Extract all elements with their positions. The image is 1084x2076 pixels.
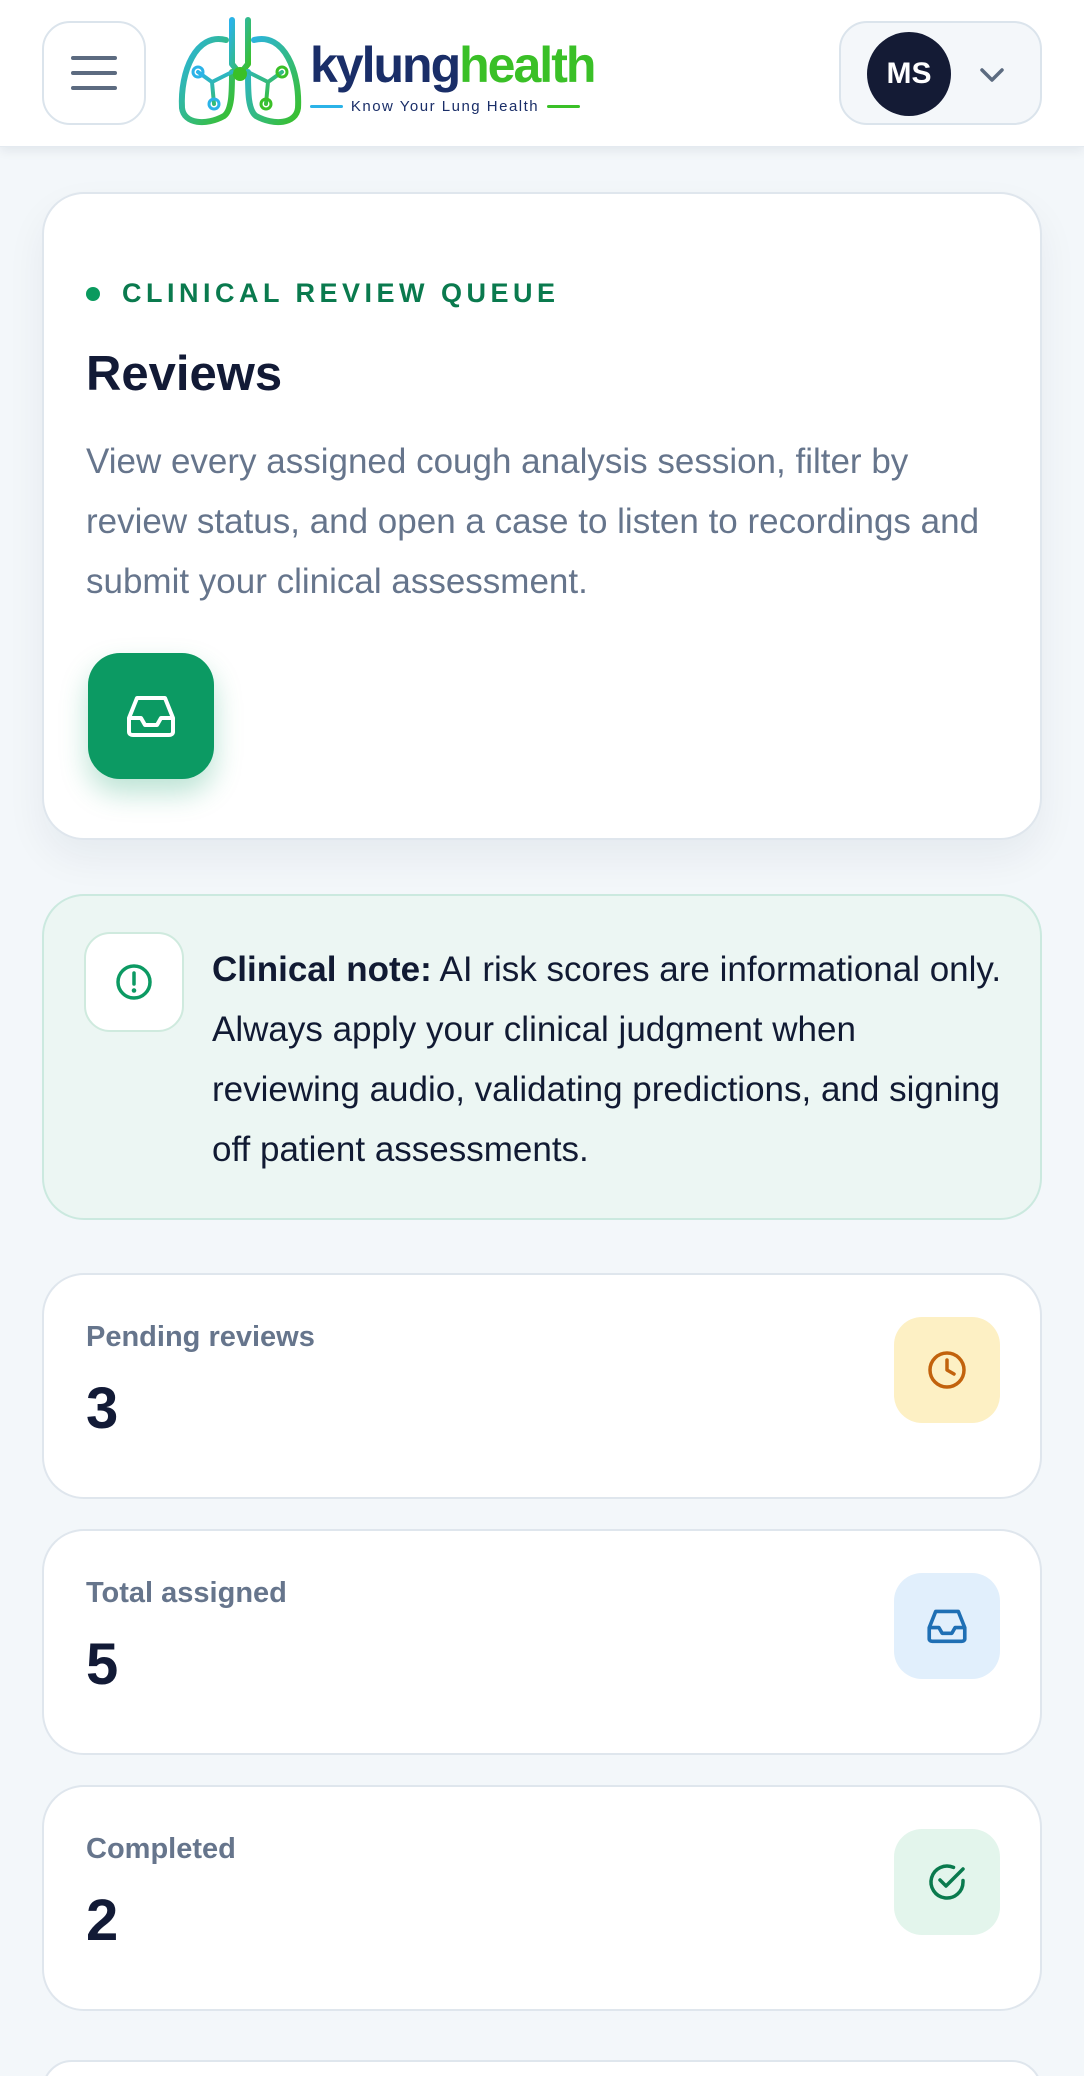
stat-label: Completed xyxy=(86,1833,236,1865)
hamburger-menu-icon xyxy=(71,56,117,90)
eyebrow-text: CLINICAL REVIEW QUEUE xyxy=(122,278,560,308)
clinical-note-text: Clinical note: AI risk scores are inform… xyxy=(212,940,1012,1180)
kylunghealth-logo[interactable]: kylunghealth Know Your Lung Health xyxy=(176,12,596,132)
inbox-icon xyxy=(127,696,175,737)
tagline-line-left xyxy=(310,105,343,108)
alert-circle-icon xyxy=(116,964,152,1000)
stat-icon-box xyxy=(894,1317,1000,1423)
stat-card-total[interactable]: Total assigned 5 xyxy=(42,1529,1042,1755)
clinical-note-label: Clinical note: xyxy=(212,950,432,989)
section-eyebrow: CLINICAL REVIEW QUEUE xyxy=(86,278,560,309)
logo-tagline-text: Know Your Lung Health xyxy=(350,98,540,115)
note-icon-box xyxy=(84,932,184,1032)
inbox-icon xyxy=(927,1609,967,1644)
clinical-note-callout: Clinical note: AI risk scores are inform… xyxy=(42,894,1042,1220)
stat-card-completed[interactable]: Completed 2 xyxy=(42,1785,1042,2011)
logo-wordmark: kylunghealth xyxy=(310,37,596,93)
lungs-logo-icon xyxy=(178,17,302,126)
stat-value: 3 xyxy=(86,1376,119,1441)
chevron-down-icon xyxy=(980,68,1004,82)
logo-wordmark-part1: kylung xyxy=(310,37,461,93)
stat-icon-box xyxy=(894,1573,1000,1679)
tagline-line-right xyxy=(547,105,581,108)
stat-label: Pending reviews xyxy=(86,1321,315,1353)
clock-icon xyxy=(928,1351,966,1389)
user-menu-button[interactable]: MS xyxy=(839,21,1042,125)
page-title: Reviews xyxy=(86,347,283,401)
stat-card-pending[interactable]: Pending reviews 3 xyxy=(42,1273,1042,1499)
logo-wordmark-part2: health xyxy=(459,37,596,93)
stat-value: 5 xyxy=(86,1632,119,1697)
stat-value: 2 xyxy=(86,1888,119,1953)
next-card-partial xyxy=(42,2060,1042,2076)
reviews-hero-card: CLINICAL REVIEW QUEUE Reviews View every… xyxy=(42,192,1042,840)
logo-tagline: Know Your Lung Health xyxy=(310,98,581,115)
status-dot xyxy=(86,286,100,301)
inbox-badge xyxy=(88,653,214,779)
menu-button[interactable] xyxy=(42,21,146,125)
top-bar: kylunghealth Know Your Lung Health MS xyxy=(0,0,1084,147)
check-circle-icon xyxy=(929,1864,965,1900)
stat-icon-box xyxy=(894,1829,1000,1935)
stat-label: Total assigned xyxy=(86,1577,287,1609)
avatar: MS xyxy=(867,32,951,116)
page-description: View every assigned cough analysis sessi… xyxy=(86,442,980,601)
